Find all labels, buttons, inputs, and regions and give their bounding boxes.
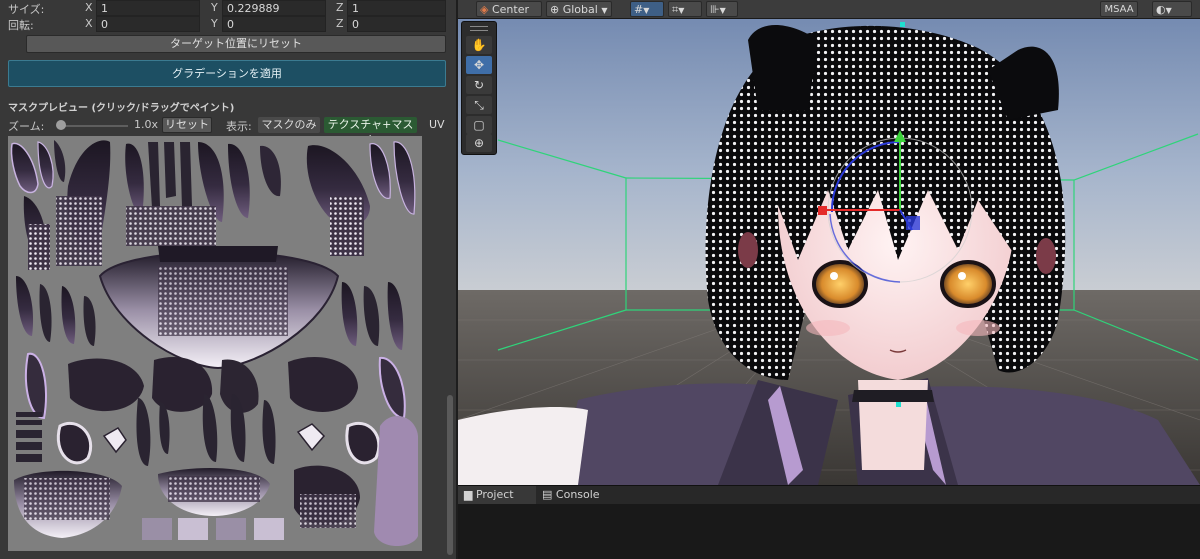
rotate-tool-icon[interactable]: ↻ xyxy=(466,76,492,94)
bottom-panel-content xyxy=(458,504,1200,559)
globe-icon: ⊕ xyxy=(550,3,560,16)
size-y-axis-label: Y xyxy=(211,1,218,14)
chevron-down-icon: ▼ xyxy=(678,6,685,15)
reset-to-target-button[interactable]: ターゲット位置にリセット xyxy=(26,35,446,53)
mask-preview-title: マスクプレビュー (クリック/ドラッグでペイント) xyxy=(8,103,235,114)
console-icon: ▤ xyxy=(542,488,553,501)
inspector-scrollbar[interactable] xyxy=(447,395,453,555)
size-y-field[interactable]: 0.229889 xyxy=(222,0,326,16)
scene-view[interactable] xyxy=(458,0,1200,485)
size-label: サイズ: xyxy=(8,3,45,16)
display-label: 表示: xyxy=(226,120,252,133)
tab-project[interactable]: ▆ Project xyxy=(458,486,536,504)
pivot-icon: ◈ xyxy=(480,3,489,16)
msaa-toggle[interactable]: MSAA xyxy=(1100,1,1138,17)
rotation-y-field[interactable]: 0 xyxy=(222,16,326,32)
rotation-x-field[interactable]: 0 xyxy=(96,16,200,32)
size-z-axis-label: Z xyxy=(336,1,344,14)
rotation-y-axis-label: Y xyxy=(211,17,218,30)
tab-console-label: Console xyxy=(555,488,600,501)
zoom-reset-button[interactable]: リセット xyxy=(162,117,212,133)
uv-texture-atlas xyxy=(10,140,418,547)
chevron-down-icon: ▼ xyxy=(643,6,650,15)
scale-tool-icon[interactable]: ⤡ xyxy=(466,96,492,114)
increment-snap-toggle[interactable]: ⌗▼ xyxy=(668,1,702,17)
zoom-label: ズーム: xyxy=(8,120,45,133)
rotation-z-axis-label: Z xyxy=(336,17,344,30)
uv-toggle[interactable]: UV xyxy=(429,118,445,131)
mask-only-toggle[interactable]: マスクのみ xyxy=(258,117,320,133)
space-mode-dropdown[interactable]: ⊕ Global ▼ xyxy=(546,1,612,17)
ruler-icon: ⊪ xyxy=(710,3,720,16)
transform-tools-panel: ✋ ✥ ↻ ⤡ ▢ ⊕ xyxy=(461,21,497,155)
grid-snap-toggle[interactable]: #▼ xyxy=(630,1,664,17)
scene-render xyxy=(458,0,1200,485)
zoom-slider-thumb[interactable] xyxy=(56,120,66,130)
chevron-down-icon: ▼ xyxy=(601,6,608,15)
texture-mask-toggle[interactable]: テクスチャ+マスク xyxy=(324,117,417,147)
panel-drag-handle[interactable] xyxy=(470,26,488,31)
zoom-slider-track[interactable] xyxy=(58,125,128,127)
apply-gradation-button[interactable]: グラデーションを適用 xyxy=(8,60,446,87)
tab-project-label: Project xyxy=(475,488,514,501)
preview-controls-row: ズーム: 1.0x リセット 表示: マスクのみ テクスチャ+マスク UV xyxy=(0,117,450,147)
transform-tool-icon[interactable]: ⊕ xyxy=(466,134,492,152)
zoom-value: 1.0x xyxy=(134,118,159,131)
shading-mode-dropdown[interactable]: ◐▼ xyxy=(1152,1,1192,17)
ruler-dropdown[interactable]: ⊪▼ xyxy=(706,1,738,17)
rotation-label: 回転: xyxy=(8,19,34,32)
rotation-row: 回転: X 0 Y 0 Z 0 xyxy=(0,16,450,34)
grid-icon: # xyxy=(634,3,644,16)
folder-icon: ▆ xyxy=(464,488,473,501)
bottom-panel-tabs: ▆ Project ▤ Console xyxy=(458,485,1200,504)
inspector-panel: サイズ: X 1 Y 0.229889 Z 1 回転: X 0 Y 0 Z 0 … xyxy=(0,0,456,559)
uv-mask-preview[interactable] xyxy=(8,136,422,551)
pivot-mode-label: Center xyxy=(491,3,529,16)
size-x-axis-label: X xyxy=(85,1,93,14)
chevron-down-icon: ▼ xyxy=(719,6,726,15)
size-z-field[interactable]: 1 xyxy=(347,0,446,16)
rotation-x-axis-label: X xyxy=(85,17,93,30)
size-x-field[interactable]: 1 xyxy=(96,0,200,16)
pivot-mode-dropdown[interactable]: ◈ Center ▼ xyxy=(476,1,542,31)
space-mode-label: Global xyxy=(562,3,598,16)
rotation-z-field[interactable]: 0 xyxy=(347,16,446,32)
rect-tool-icon[interactable]: ▢ xyxy=(466,116,492,134)
tab-console[interactable]: ▤ Console xyxy=(536,486,622,504)
sphere-icon: ◐ xyxy=(1156,3,1166,16)
scene-toolbar: ◈ Center ▼ ⊕ Global ▼ #▼ ⌗▼ ⊪▼ MSAA ◐▼ xyxy=(458,0,1200,31)
move-tool-icon[interactable]: ✥ xyxy=(466,56,492,74)
hand-tool-icon[interactable]: ✋ xyxy=(466,36,492,54)
chevron-down-icon: ▼ xyxy=(1165,6,1172,15)
